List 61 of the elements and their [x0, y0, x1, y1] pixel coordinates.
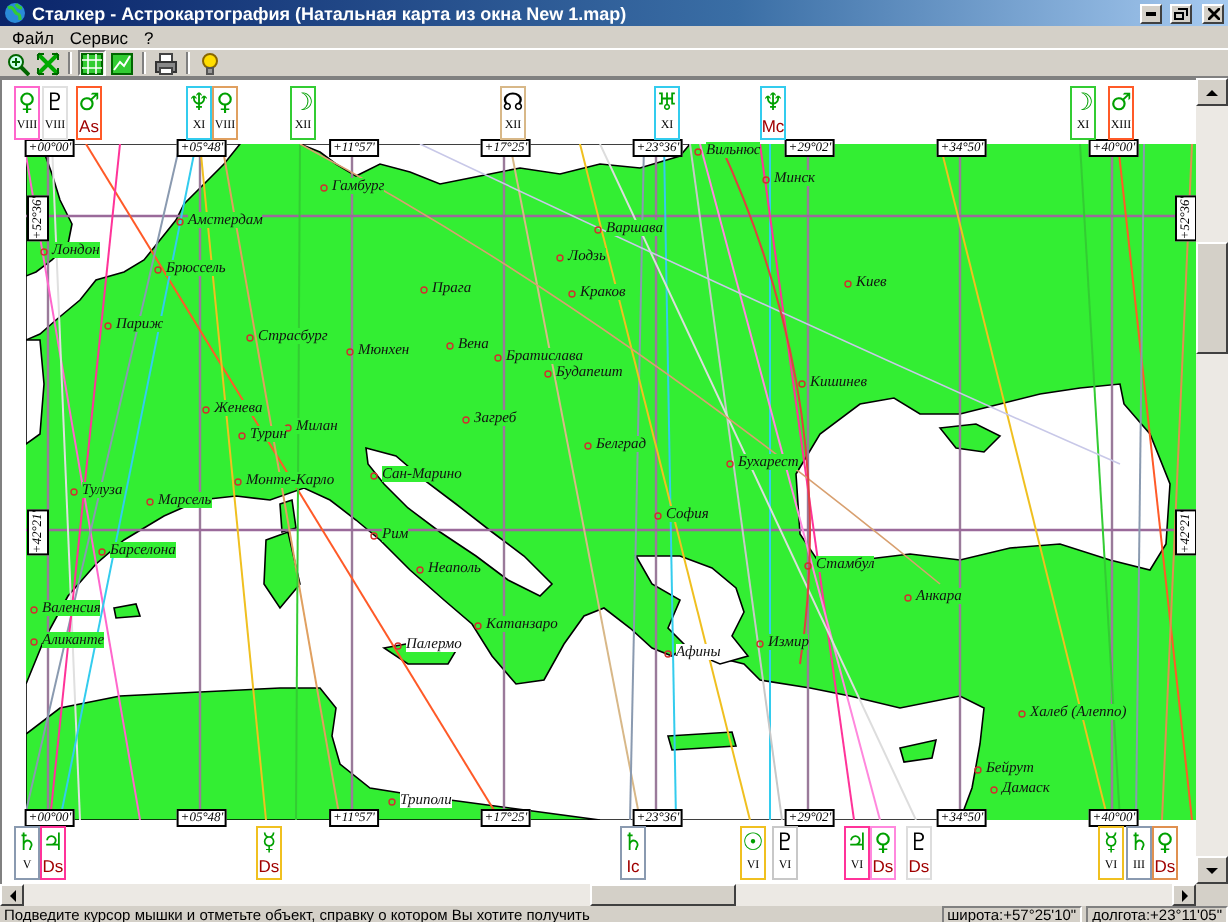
angle-label: Mc — [761, 116, 785, 136]
zoom-in-button[interactable] — [4, 50, 32, 76]
down-arrow-icon — [1206, 867, 1218, 873]
scroll-down-button[interactable] — [1196, 856, 1228, 884]
minimize-button[interactable] — [1140, 3, 1162, 23]
window-title: Сталкер - Астрокартография (Натальная карта из окна New 1.map) — [32, 3, 629, 23]
planet-glyph: ♇ — [908, 828, 930, 856]
fit-button[interactable] — [34, 50, 62, 76]
print-button[interactable] — [152, 50, 180, 76]
planet-glyph: ☽ — [1072, 88, 1094, 116]
map-button[interactable] — [78, 50, 106, 76]
planet-glyph: ♄ — [16, 828, 38, 856]
planet-glyph: ☿ — [261, 828, 277, 856]
menu-item[interactable]: Сервис — [61, 27, 137, 47]
restore-icon — [1174, 7, 1188, 19]
angle-label: Ds — [872, 856, 894, 876]
close-icon — [1207, 7, 1219, 19]
planet-glyph: ♂ — [78, 88, 100, 116]
angle-label: As — [79, 116, 99, 136]
angle-label: Ds — [258, 856, 280, 876]
planet-glyph: ♆ — [188, 88, 210, 116]
planet-glyph: ♀ — [874, 828, 892, 856]
planet-glyph: ♂ — [1110, 88, 1132, 116]
planet-glyph: ♆ — [762, 88, 784, 116]
planet-glyph: ♃ — [42, 828, 64, 856]
planet-glyph: ♀ — [1156, 828, 1174, 856]
menu-item[interactable]: Файл — [4, 27, 62, 47]
planet-glyph: ♇ — [44, 88, 66, 116]
magnifier-icon — [6, 51, 30, 75]
angle-label: Ds — [1154, 856, 1176, 876]
planet-glyph: ☉ — [742, 828, 764, 856]
scroll-thumb[interactable] — [1196, 242, 1228, 354]
minimize-icon — [1146, 11, 1156, 15]
scroll-right-button[interactable] — [1172, 884, 1196, 906]
cross-arrows-icon — [36, 51, 60, 75]
planet-glyph: ☽ — [292, 88, 314, 116]
help-button[interactable] — [196, 50, 224, 76]
angle-label: Ic — [626, 856, 640, 876]
planet-glyph: ☿ — [1103, 828, 1119, 856]
close-button[interactable] — [1202, 3, 1224, 23]
left-arrow-icon — [9, 889, 15, 901]
planet-glyph: ♀ — [216, 88, 234, 116]
restore-button[interactable] — [1170, 3, 1192, 23]
menu-item[interactable]: ? — [136, 27, 162, 47]
right-arrow-icon — [1181, 889, 1187, 901]
planet-glyph: ♇ — [774, 828, 796, 856]
planet-glyph: ♄ — [622, 828, 644, 856]
planet-glyph: ♀ — [18, 88, 36, 116]
scroll-up-button[interactable] — [1196, 78, 1228, 106]
planet-glyph: ♃ — [846, 828, 868, 856]
globe-icon — [4, 2, 26, 24]
planet-glyph: ☊ — [502, 88, 524, 116]
scroll-left-button[interactable] — [0, 884, 24, 906]
lightbulb-icon — [198, 51, 222, 75]
planet-glyph: ♄ — [1128, 828, 1150, 856]
angle-label: Ds — [908, 856, 930, 876]
angle-label: Ds — [42, 856, 64, 876]
chart-button[interactable] — [108, 50, 136, 76]
scroll-thumb[interactable] — [590, 884, 736, 906]
up-arrow-icon — [1206, 89, 1218, 95]
planet-glyph: ♅ — [656, 88, 678, 116]
